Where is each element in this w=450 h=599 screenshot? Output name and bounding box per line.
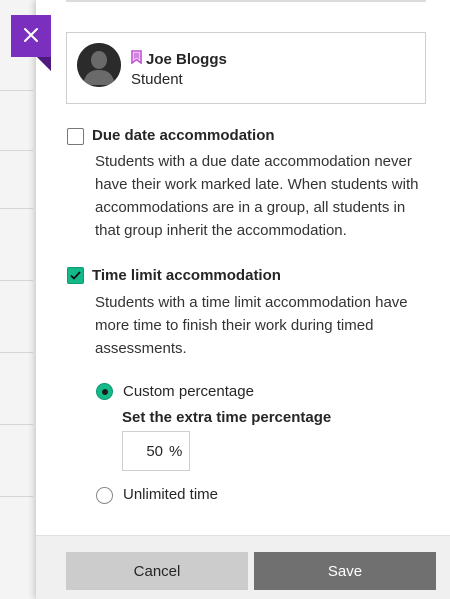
user-card: Joe Bloggs Student [66, 32, 426, 104]
extra-time-percentage-field[interactable]: % [122, 431, 190, 471]
close-panel-button[interactable] [11, 15, 51, 71]
background-page [0, 0, 36, 599]
extra-time-heading: Set the extra time percentage [122, 409, 332, 426]
user-role: Student [131, 71, 183, 88]
close-icon[interactable] [11, 15, 51, 55]
description-line: assessments. [95, 340, 187, 357]
custom-percentage-radio[interactable] [96, 383, 113, 400]
user-name: Joe Bloggs [146, 51, 227, 68]
description-line: accommodations are in a group, all stude… [95, 199, 406, 216]
bookmark-icon [131, 50, 142, 69]
time-limit-accommodation-title: Time limit accommodation [92, 267, 281, 284]
user-name-row: Joe Bloggs [131, 50, 227, 69]
top-divider [66, 0, 426, 2]
extra-time-percentage-input[interactable] [123, 432, 163, 470]
description-line: that group inherit the accommodation. [95, 222, 347, 239]
due-date-accommodation-title: Due date accommodation [92, 127, 275, 144]
panel-footer: Cancel Save [36, 535, 450, 599]
description-line: Students with a time limit accommodation… [95, 294, 408, 311]
check-icon [70, 271, 81, 280]
background-divider [0, 496, 33, 497]
time-limit-accommodation-checkbox[interactable] [67, 267, 84, 284]
unlimited-time-label[interactable]: Unlimited time [123, 486, 218, 503]
background-divider [0, 208, 33, 209]
background-divider [0, 280, 33, 281]
unlimited-time-radio[interactable] [96, 487, 113, 504]
percentage-unit: % [169, 443, 183, 460]
accommodations-panel: Joe Bloggs Student Due date accommodatio… [36, 0, 450, 599]
background-divider [0, 90, 33, 91]
due-date-accommodation-checkbox[interactable] [67, 128, 84, 145]
description-line: have their work marked late. When studen… [95, 176, 419, 193]
custom-percentage-label[interactable]: Custom percentage [123, 383, 254, 400]
background-divider [0, 352, 33, 353]
avatar-icon [77, 43, 121, 87]
due-date-accommodation-description: Students with a due date accommodation n… [95, 150, 418, 242]
time-limit-accommodation-description: Students with a time limit accommodation… [95, 291, 408, 360]
save-button[interactable]: Save [254, 552, 436, 590]
background-divider [0, 424, 33, 425]
description-line: Students with a due date accommodation n… [95, 153, 412, 170]
cancel-button[interactable]: Cancel [66, 552, 248, 590]
background-divider [0, 150, 33, 151]
description-line: more time to finish their work during ti… [95, 317, 374, 334]
